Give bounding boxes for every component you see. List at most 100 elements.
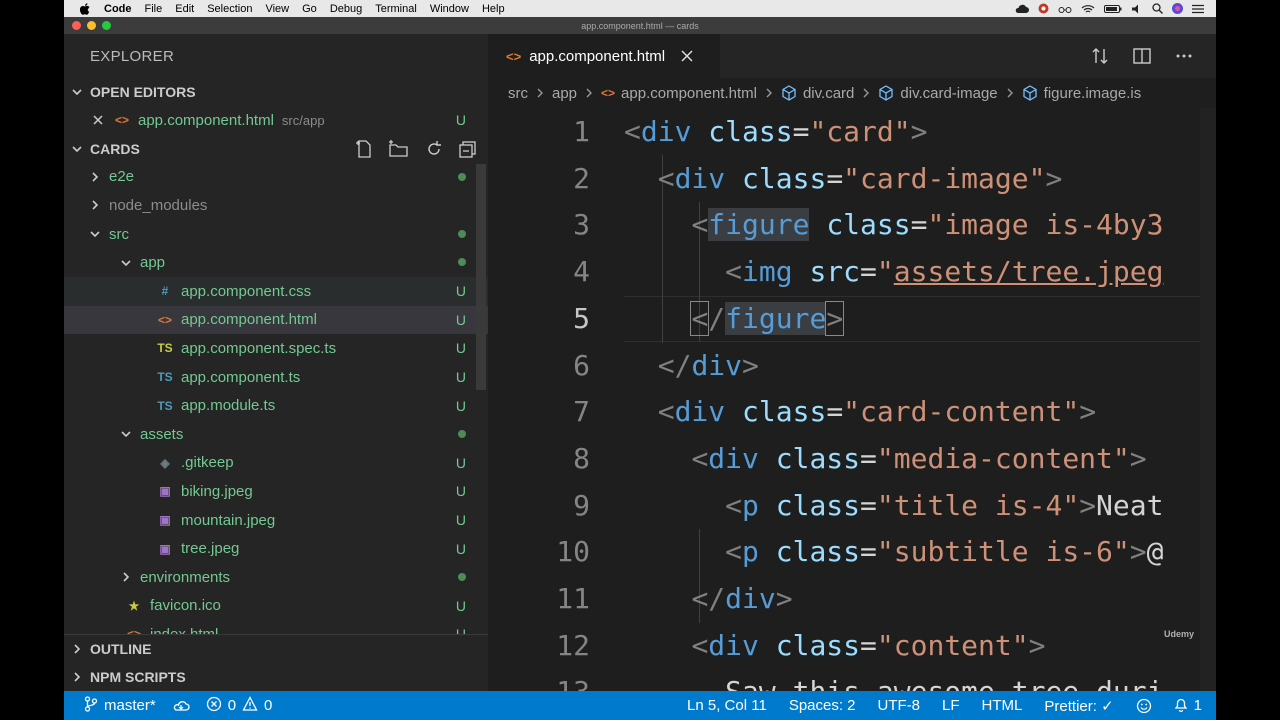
tree-item-label: app.component.spec.ts xyxy=(181,339,337,357)
breadcrumb-item[interactable]: app xyxy=(552,85,577,102)
speaker-icon[interactable] xyxy=(1131,4,1143,14)
breadcrumb-item[interactable]: div.card-image xyxy=(900,85,997,102)
tree-file[interactable]: ▣ tree.jpeg U xyxy=(64,534,488,563)
code-token: > xyxy=(1028,629,1046,662)
code-token: class xyxy=(742,162,827,195)
encoding[interactable]: UTF-8 xyxy=(878,697,921,714)
breadcrumb-item[interactable]: app.component.html xyxy=(621,85,757,102)
new-folder-icon[interactable] xyxy=(388,139,410,162)
breadcrumb-item[interactable]: div.card xyxy=(803,85,854,102)
menu-edit[interactable]: Edit xyxy=(175,3,194,15)
open-changes-icon[interactable] xyxy=(1090,46,1110,71)
close-tab-icon[interactable] xyxy=(681,50,693,62)
feedback-smiley-icon[interactable] xyxy=(1136,698,1152,714)
notification-center-icon[interactable] xyxy=(1192,4,1204,14)
tree-folder[interactable]: e2e xyxy=(64,163,488,192)
code-token: div xyxy=(640,115,692,148)
html-file-icon: <> xyxy=(506,48,522,64)
notifications-indicator[interactable]: 1 xyxy=(1174,696,1202,716)
more-actions-icon[interactable] xyxy=(1174,46,1194,71)
tree-file[interactable]: ◈ .gitkeep U xyxy=(64,449,488,478)
tree-file[interactable]: TS app.component.spec.ts U xyxy=(64,334,488,363)
breadcrumb-item[interactable]: src xyxy=(508,85,528,102)
split-editor-icon[interactable] xyxy=(1132,46,1152,71)
git-status-untracked: U xyxy=(455,283,466,300)
code-token: = xyxy=(860,629,877,662)
sidebar-scrollbar[interactable] xyxy=(476,164,486,390)
open-editor-item[interactable]: <> app.component.html src/app U xyxy=(64,106,488,135)
open-editors-section-header[interactable]: OPEN EDITORS xyxy=(64,78,488,106)
tree-file[interactable]: # app.component.css U xyxy=(64,276,488,306)
cards-section-header[interactable]: CARDS xyxy=(64,135,488,163)
apple-icon[interactable] xyxy=(78,2,92,15)
code-token: div xyxy=(725,582,776,615)
breadcrumb-item[interactable]: figure.image.is xyxy=(1044,85,1142,102)
menu-debug[interactable]: Debug xyxy=(330,3,362,15)
close-icon[interactable] xyxy=(92,114,106,126)
menubar-status-icons xyxy=(1015,3,1216,14)
minimap[interactable] xyxy=(1200,108,1216,691)
menu-window[interactable]: Window xyxy=(430,3,469,15)
menu-help[interactable]: Help xyxy=(482,3,505,15)
indentation[interactable]: Spaces: 2 xyxy=(789,697,856,714)
glasses-icon[interactable] xyxy=(1058,4,1072,14)
siri-icon[interactable] xyxy=(1172,3,1183,14)
tree-folder[interactable]: environments xyxy=(64,563,488,592)
menu-selection[interactable]: Selection xyxy=(207,3,252,15)
spotlight-search-icon[interactable] xyxy=(1152,3,1163,14)
tree-file[interactable]: TS app.module.ts U xyxy=(64,391,488,420)
close-window-button[interactable] xyxy=(72,21,81,30)
record-icon[interactable] xyxy=(1038,3,1049,14)
menu-file[interactable]: File xyxy=(145,3,163,15)
menu-app-name[interactable]: Code xyxy=(104,3,132,15)
bell-icon xyxy=(1174,696,1188,716)
menu-terminal[interactable]: Terminal xyxy=(375,3,417,15)
cursor-position[interactable]: Ln 5, Col 11 xyxy=(687,697,767,714)
battery-icon[interactable] xyxy=(1104,4,1122,14)
code-token: "card-content" xyxy=(843,395,1080,428)
modified-dot-indicator xyxy=(458,229,466,238)
collapse-all-icon[interactable] xyxy=(458,139,478,162)
menu-view[interactable]: View xyxy=(265,3,289,15)
prettier-status[interactable]: Prettier: ✓ xyxy=(1044,697,1113,715)
sync-icon[interactable] xyxy=(172,699,190,713)
outline-section-header[interactable]: OUTLINE xyxy=(64,635,488,663)
code-token: assets/tree.jpeg xyxy=(893,255,1164,288)
cloud-icon[interactable] xyxy=(1015,4,1029,14)
tree-file[interactable]: ▣ mountain.jpeg U xyxy=(64,506,488,535)
tree-file[interactable]: <> app.component.html U xyxy=(64,305,488,335)
zoom-window-button[interactable] xyxy=(102,21,111,30)
chevron-down-icon xyxy=(119,257,133,269)
code-token: class xyxy=(775,489,861,522)
tree-file[interactable]: TS app.component.ts U xyxy=(64,363,488,392)
git-branch-indicator[interactable]: master* xyxy=(84,695,156,716)
code-token: class xyxy=(742,395,827,428)
wifi-icon[interactable] xyxy=(1081,4,1095,14)
npm-scripts-section-header[interactable]: NPM SCRIPTS xyxy=(64,663,488,691)
tree-folder[interactable]: node_modules xyxy=(64,191,488,220)
tab-app-component-html[interactable]: <> app.component.html xyxy=(488,34,720,78)
tree-file[interactable]: ★ favicon.ico U xyxy=(64,592,488,621)
minimize-window-button[interactable] xyxy=(87,21,96,30)
end-of-line[interactable]: LF xyxy=(942,697,960,714)
problems-indicator[interactable]: 0 0 xyxy=(206,695,272,716)
tree-file[interactable]: ▣ biking.jpeg U xyxy=(64,477,488,506)
code-token: "media-content" xyxy=(876,442,1130,475)
code-token: > xyxy=(1129,442,1147,475)
language-mode[interactable]: HTML xyxy=(982,697,1023,714)
code-editor[interactable]: 1 <div class="card"> 2 <div class="card-im… xyxy=(488,108,1216,691)
tree-folder[interactable]: assets xyxy=(64,420,488,449)
html-file-icon: <> xyxy=(114,113,129,128)
explorer-sidebar: EXPLORER OPEN EDITORS <> app.component.h… xyxy=(64,34,488,691)
element-symbol-icon xyxy=(1022,85,1038,101)
refresh-icon[interactable] xyxy=(424,139,444,162)
tree-folder[interactable]: src xyxy=(64,220,488,249)
line-number: 6 xyxy=(573,349,590,382)
menu-go[interactable]: Go xyxy=(302,3,317,15)
new-file-icon[interactable] xyxy=(354,139,374,162)
status-bar: master* 0 0 Ln 5, Col 11 Spaces: 2 UTF-8… xyxy=(64,691,1216,720)
tree-folder[interactable]: app xyxy=(64,248,488,277)
